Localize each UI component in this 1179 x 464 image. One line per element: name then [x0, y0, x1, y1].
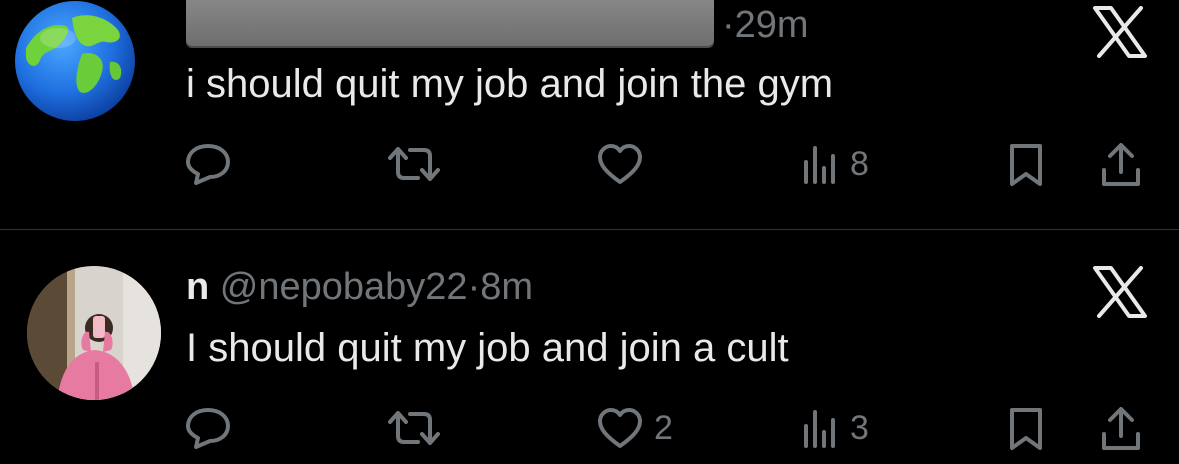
- share-icon: [1102, 143, 1140, 186]
- like-button[interactable]: 2: [596, 406, 673, 450]
- share-button[interactable]: [1098, 406, 1144, 452]
- timeline: ·29m i should quit my job and join the g…: [0, 0, 1179, 464]
- x-logo-icon: [1092, 6, 1148, 58]
- share-button[interactable]: [1098, 142, 1144, 188]
- views-icon: [804, 410, 835, 448]
- author-handle[interactable]: @nepobaby22: [220, 266, 468, 308]
- meta-separator: ·: [722, 4, 735, 46]
- like-icon: [598, 408, 642, 448]
- like-button[interactable]: [596, 142, 654, 186]
- bookmark-button[interactable]: [1006, 142, 1046, 188]
- repost-icon: [388, 411, 440, 445]
- like-count: 2: [654, 408, 673, 447]
- bookmark-icon: [1010, 408, 1042, 450]
- like-icon: [598, 144, 642, 184]
- tweet-text: i should quit my job and join the gym: [186, 62, 834, 106]
- tweet-time[interactable]: 29m: [735, 4, 809, 46]
- tweet[interactable]: ·29m i should quit my job and join the g…: [0, 0, 1179, 229]
- author-name[interactable]: n: [186, 266, 209, 308]
- x-logo-icon: [1092, 266, 1148, 318]
- views-count: 3: [850, 408, 869, 447]
- avatar[interactable]: [27, 266, 161, 400]
- reply-icon: [186, 144, 230, 185]
- person-photo-icon: [27, 266, 161, 400]
- avatar[interactable]: [14, 0, 136, 122]
- views-icon: [804, 146, 835, 184]
- share-icon: [1102, 407, 1140, 450]
- views-button[interactable]: 3: [800, 406, 869, 450]
- views-count: 8: [850, 144, 869, 183]
- tweet-meta: n @nepobaby22·8m: [186, 266, 533, 309]
- meta-separator: ·: [467, 266, 481, 308]
- repost-button[interactable]: [384, 142, 454, 186]
- tweet-meta: ·29m: [722, 4, 809, 47]
- earth-globe-icon: [15, 1, 135, 121]
- views-button[interactable]: 8: [800, 142, 869, 186]
- tweet[interactable]: n @nepobaby22·8m I should quit my job an…: [0, 230, 1179, 464]
- tweet-text: I should quit my job and join a cult: [186, 326, 789, 370]
- tweet-time[interactable]: 8m: [480, 266, 533, 308]
- redacted-author-name: [186, 0, 714, 46]
- reply-icon: [186, 408, 230, 449]
- repost-button[interactable]: [384, 406, 454, 450]
- bookmark-icon: [1010, 144, 1042, 186]
- bookmark-button[interactable]: [1006, 406, 1046, 452]
- reply-button[interactable]: [184, 142, 242, 186]
- reply-button[interactable]: [184, 406, 242, 450]
- repost-icon: [388, 147, 440, 181]
